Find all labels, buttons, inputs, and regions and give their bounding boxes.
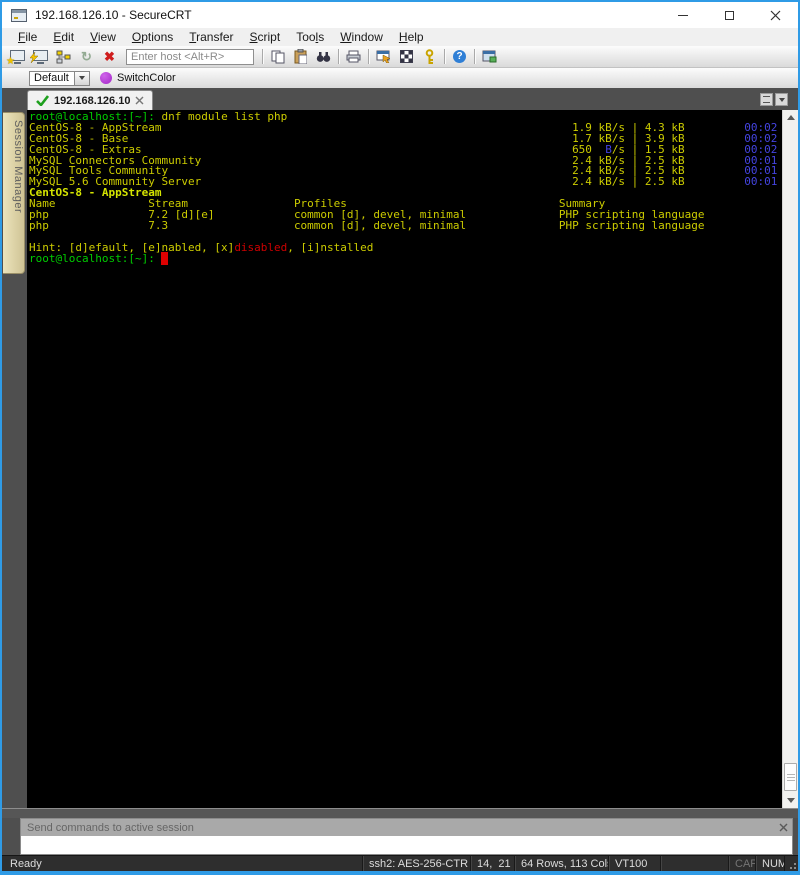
command-window <box>2 818 798 855</box>
menu-item-view[interactable]: View <box>82 30 124 44</box>
session-tab-label: 192.168.126.10 <box>54 95 130 107</box>
star-glyph: ★ <box>6 56 15 67</box>
reconnect-icon[interactable]: ↻ <box>76 48 97 66</box>
menu-item-file[interactable]: File <box>10 30 45 44</box>
status-encryption: ssh2: AES-256-CTR <box>362 856 470 871</box>
resize-grip[interactable] <box>784 856 798 871</box>
menu-item-window[interactable]: Window <box>332 30 391 44</box>
menu-item-edit[interactable]: Edit <box>45 30 82 44</box>
command-input[interactable] <box>21 822 774 834</box>
session-manager-tab[interactable]: Session Manager <box>3 112 25 274</box>
menu-item-script[interactable]: Script <box>242 30 289 44</box>
style-combo[interactable]: Default <box>29 71 90 86</box>
secondary-toolbar: Default SwitchColor <box>2 68 798 88</box>
connect-icon[interactable] <box>30 48 51 66</box>
status-ready: Ready <box>2 858 42 870</box>
minimize-icon <box>678 15 688 16</box>
main-toolbar: ★ ↻ ✖ ? <box>2 46 798 68</box>
copy-icon[interactable] <box>267 48 288 66</box>
host-input[interactable] <box>126 49 254 65</box>
main-area: Session Manager root@localhost:[~]: dnf … <box>2 110 798 808</box>
command-window-close-button[interactable] <box>774 823 792 832</box>
menu-item-help[interactable]: Help <box>391 30 432 44</box>
close-icon <box>770 10 781 21</box>
terminal[interactable]: root@localhost:[~]: dnf module list phpC… <box>27 110 782 808</box>
minimize-button[interactable] <box>660 2 706 28</box>
print-icon[interactable] <box>343 48 364 66</box>
tab-menu-button[interactable] <box>775 93 788 106</box>
tab-bar: 192.168.126.10 <box>2 88 798 110</box>
combo-dropdown-button[interactable] <box>75 71 90 86</box>
disconnect-glyph: ✖ <box>104 50 115 63</box>
menu-bar: FileEditViewOptionsTransferScriptToolsWi… <box>2 28 798 46</box>
question-glyph: ? <box>453 50 466 63</box>
list-icon <box>763 96 770 103</box>
toolbar-separator <box>368 49 369 64</box>
toolbar-separator <box>474 49 475 64</box>
title-bar: 192.168.126.10 - SecureCRT <box>2 2 798 28</box>
close-button[interactable] <box>752 2 798 28</box>
maximize-icon <box>725 11 734 20</box>
chevron-down-icon <box>79 76 85 80</box>
status-cursor-position: 14, 21 <box>470 856 514 871</box>
terminal-scrollbar[interactable] <box>782 110 798 808</box>
session-tree-icon[interactable] <box>53 48 74 66</box>
scroll-up-button[interactable] <box>783 110 798 125</box>
keymap-icon[interactable] <box>396 48 417 66</box>
toolbar-separator <box>262 49 263 64</box>
terminal-line: php 7.3 common [d], devel, minimal PHP s… <box>29 221 782 232</box>
tab-list-button[interactable] <box>760 93 773 106</box>
status-bar: Ready ssh2: AES-256-CTR14, 2164 Rows, 11… <box>2 855 798 871</box>
status-emulation: VT100 <box>608 856 660 871</box>
securecrt-window: 192.168.126.10 - SecureCRT FileEditViewO… <box>0 0 800 875</box>
toolbar-separator <box>338 49 339 64</box>
status-terminal-size: 64 Rows, 113 Cols <box>514 856 608 871</box>
command-bar <box>21 819 792 836</box>
clone-session-icon[interactable] <box>479 48 500 66</box>
status-num-lock: NUM <box>755 856 784 871</box>
command-input-area[interactable] <box>21 836 792 854</box>
switch-color-button[interactable]: SwitchColor <box>100 72 176 84</box>
status-spare <box>660 856 728 871</box>
disconnect-icon[interactable]: ✖ <box>99 48 120 66</box>
tab-close-icon[interactable] <box>135 96 144 105</box>
maximize-button[interactable] <box>706 2 752 28</box>
find-icon[interactable] <box>313 48 334 66</box>
scroll-down-button[interactable] <box>783 793 798 808</box>
status-caps-lock: CAP <box>728 856 755 871</box>
dock-gap <box>2 808 798 818</box>
window-title: 192.168.126.10 - SecureCRT <box>35 8 192 22</box>
help-icon[interactable]: ? <box>449 48 470 66</box>
scrollbar-thumb[interactable] <box>784 763 797 791</box>
session-options-icon[interactable] <box>373 48 394 66</box>
app-icon <box>11 9 27 22</box>
session-manager-label: Session Manager <box>12 120 24 213</box>
toolbar-separator <box>444 49 445 64</box>
style-combo-value: Default <box>29 71 75 86</box>
paste-icon[interactable] <box>290 48 311 66</box>
switch-color-label: SwitchColor <box>117 72 176 84</box>
session-tab[interactable]: 192.168.126.10 <box>27 90 153 110</box>
arrow-down-icon <box>787 798 795 803</box>
quick-connect-icon[interactable]: ★ <box>7 48 28 66</box>
close-icon <box>779 823 788 832</box>
reconnect-glyph: ↻ <box>81 49 92 65</box>
chevron-down-icon <box>779 98 785 102</box>
arrow-up-icon <box>787 115 795 120</box>
terminal-line: root@localhost:[~]: <box>29 254 782 265</box>
bolt-glyph <box>30 50 39 68</box>
menu-item-transfer[interactable]: Transfer <box>181 30 241 44</box>
connected-check-icon <box>36 95 49 106</box>
menu-item-options[interactable]: Options <box>124 30 181 44</box>
menu-item-tools[interactable]: Tools <box>288 30 332 44</box>
scrollbar-track[interactable] <box>783 125 798 763</box>
left-dock-strip: Session Manager <box>2 110 27 808</box>
key-icon[interactable] <box>419 48 440 66</box>
switch-color-dot <box>100 72 112 84</box>
